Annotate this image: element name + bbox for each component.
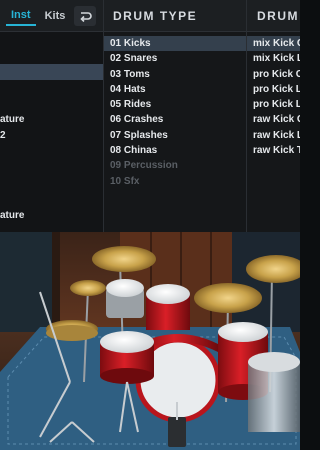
library-list: ature 2 ature [0,32,103,240]
drum-type-item-1[interactable]: 02 Snares [104,51,246,66]
drum-kit-item-7[interactable]: raw Kick T [247,143,300,158]
floor-tom [218,322,268,342]
tab-kits[interactable]: Kits [40,6,71,26]
library-item-4[interactable] [0,96,103,112]
drum-type-list: 01 Kicks 02 Snares 03 Toms 04 Hats 05 Rides 0… [104,36,246,189]
drum-kit-item-4[interactable]: pro Kick L [247,97,300,112]
library-item-1[interactable] [0,48,103,64]
drum-kit-item-3[interactable]: pro Kick L [247,82,300,97]
library-item-6[interactable]: 2 [0,128,103,144]
drum-kit-column: DRUM mix Kick Cmix Kick Lpro Kick Cpro K… [247,0,300,232]
library-item-0[interactable] [0,32,103,48]
drum-type-item-3[interactable]: 04 Hats [104,82,246,97]
drum-kit-item-5[interactable]: raw Kick C [247,112,300,127]
drum-type-item-9[interactable]: 10 Sfx [104,174,246,189]
library-item-5[interactable]: ature [0,112,103,128]
drum-type-item-8[interactable]: 09 Percussion [104,158,246,173]
snare-drum [100,331,154,353]
drum-type-header: DRUM TYPE [104,0,246,32]
drum-kit-list: mix Kick Cmix Kick Lpro Kick Cpro Kick L… [247,36,300,158]
drum-type-column: DRUM TYPE 01 Kicks 02 Snares 03 Toms 04 Hat… [104,0,247,232]
kick-pedal [168,417,186,447]
library-item-9[interactable] [0,176,103,192]
tab-inst[interactable]: Inst [6,5,36,26]
drum-kit-item-0[interactable]: mix Kick C [247,36,300,52]
instrument-browser: Inst Kits ature 2 ature DRUM TYPE 01 Kicks… [0,0,300,232]
ride-cymbal [194,283,262,313]
drum-type-item-2[interactable]: 03 Toms [104,67,246,82]
library-item-10[interactable] [0,192,103,208]
drum-kit-item-6[interactable]: raw Kick L [247,128,300,143]
drum-type-item-7[interactable]: 08 Chinas [104,143,246,158]
rack-tom-1 [106,279,144,297]
drum-kit-item-1[interactable]: mix Kick L [247,51,300,66]
library-item-2[interactable] [0,64,103,80]
drum-type-item-4[interactable]: 05 Rides [104,97,246,112]
loop-arrow-icon[interactable] [74,5,97,26]
drum-kit-stage [0,232,300,450]
drum-kit-illustration [0,232,300,450]
window-pane [0,232,60,332]
library-item-3[interactable] [0,80,103,96]
library-column: Inst Kits ature 2 ature [0,0,104,232]
drum-kit-header: DRUM [247,0,300,32]
drum-type-item-6[interactable]: 07 Splashes [104,128,246,143]
browser-tabbar: Inst Kits [0,0,103,32]
splash-cymbal [70,280,106,296]
crash-cymbal-left [92,246,156,272]
rack-tom-2 [146,284,190,304]
drum-type-item-0[interactable]: 01 Kicks [104,36,246,52]
library-item-11[interactable]: ature [0,208,103,224]
library-item-8[interactable] [0,160,103,176]
metal-floor-tom [248,352,300,372]
drum-kit-item-2[interactable]: pro Kick C [247,67,300,82]
library-item-7[interactable] [0,144,103,160]
drum-type-item-5[interactable]: 06 Crashes [104,112,246,127]
